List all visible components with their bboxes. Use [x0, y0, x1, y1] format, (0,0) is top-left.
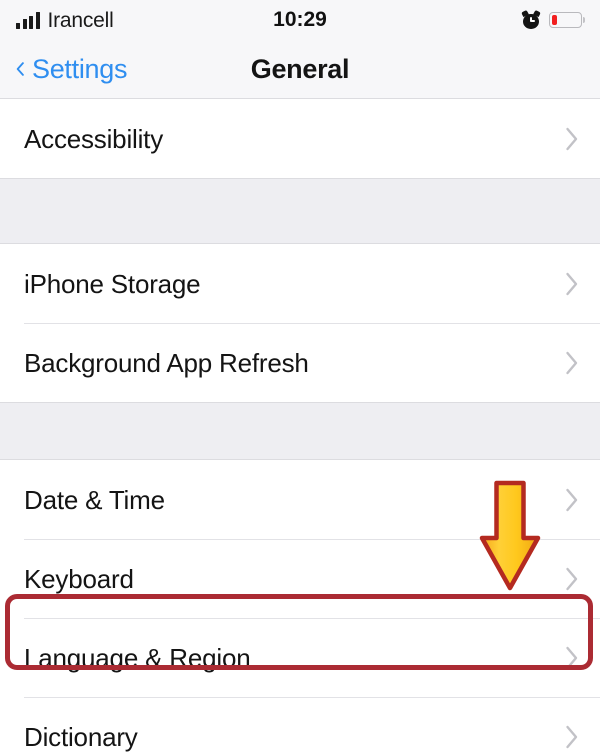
list-item-date-time[interactable]: Date & Time	[0, 460, 600, 539]
chevron-right-icon	[566, 567, 578, 590]
back-button[interactable]: Settings	[0, 53, 128, 84]
chevron-right-icon	[566, 272, 578, 295]
status-bar: Irancell 10:29	[0, 0, 600, 40]
list-item-label: Dictionary	[24, 721, 138, 752]
status-bar-left: Irancell	[16, 10, 114, 31]
chevron-right-icon	[566, 725, 578, 748]
settings-group-1: Accessibility	[0, 98, 600, 179]
list-item-label: Accessibility	[24, 123, 163, 154]
settings-list: Accessibility iPhone Storage Background …	[0, 98, 600, 756]
list-item-label: Language & Region	[24, 642, 251, 673]
alarm-clock-icon	[521, 9, 541, 29]
chevron-right-icon	[566, 351, 578, 374]
status-bar-right	[521, 9, 586, 29]
list-item-dictionary[interactable]: Dictionary	[0, 697, 600, 756]
list-item-language-region[interactable]: Language & Region	[0, 618, 600, 697]
section-gap-2	[0, 403, 600, 459]
settings-group-3: Date & Time Keyboard Language & Region D…	[0, 459, 600, 756]
section-gap-1	[0, 179, 600, 243]
settings-group-2: iPhone Storage Background App Refresh	[0, 243, 600, 403]
battery-low-icon	[549, 12, 586, 28]
list-item-label: Background App Refresh	[24, 347, 309, 378]
list-item-background-app-refresh[interactable]: Background App Refresh	[0, 323, 600, 402]
chevron-left-icon	[16, 62, 24, 76]
cellular-signal-icon	[16, 11, 40, 29]
back-button-label: Settings	[32, 53, 128, 84]
chevron-right-icon	[566, 646, 578, 669]
list-item-label: iPhone Storage	[24, 268, 201, 299]
chevron-right-icon	[566, 127, 578, 150]
list-item-iphone-storage[interactable]: iPhone Storage	[0, 244, 600, 323]
carrier-name: Irancell	[47, 8, 114, 32]
chevron-right-icon	[566, 488, 578, 511]
list-item-label: Keyboard	[24, 563, 134, 594]
iphone-settings-screen: Irancell 10:29 Settings General Accessib…	[0, 0, 600, 756]
list-item-accessibility[interactable]: Accessibility	[0, 99, 600, 178]
navigation-bar: Settings General	[0, 40, 600, 98]
list-item-keyboard[interactable]: Keyboard	[0, 539, 600, 618]
list-item-label: Date & Time	[24, 484, 165, 515]
